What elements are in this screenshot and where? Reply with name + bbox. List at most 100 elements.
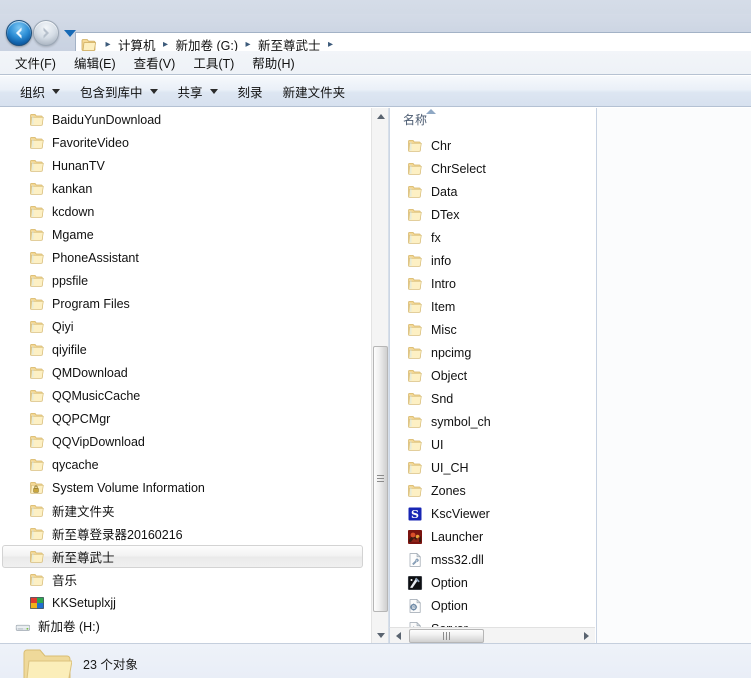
file-list-item[interactable]: Data <box>390 180 596 203</box>
tree-item[interactable]: FavoriteVideo <box>0 131 371 154</box>
file-list-item[interactable]: symbol_ch <box>390 410 596 433</box>
tree-item-label: System Volume Information <box>52 480 205 495</box>
toolbar-new-folder-label: 新建文件夹 <box>282 85 346 100</box>
file-list-item[interactable]: Chr <box>390 134 596 157</box>
file-list-item[interactable]: Snd <box>390 387 596 410</box>
file-list-item[interactable]: UI <box>390 433 596 456</box>
file-list-item[interactable]: Option <box>390 571 596 594</box>
window-title-glass <box>0 0 751 14</box>
file-list-item-label: Object <box>431 368 468 383</box>
file-list-item[interactable]: Misc <box>390 318 596 341</box>
file-list-item[interactable]: S KscViewer <box>390 502 596 525</box>
menu-bar: 文件(F) 编辑(E) 查看(V) 工具(T) 帮助(H) <box>0 51 751 75</box>
breadcrumb-separator[interactable]: ▸ <box>101 39 115 50</box>
folder-icon <box>30 205 44 218</box>
tree-item-label: KKSetuplxjj <box>52 595 116 610</box>
toolbar-share[interactable]: 共享 <box>168 78 228 105</box>
file-list-pane[interactable]: 名称 Chr ChrSelect Data DTex fx info Intro Item Mi… <box>389 108 596 644</box>
tree-item[interactable]: QQPCMgr <box>0 407 371 430</box>
tree-item[interactable]: QMDownload <box>0 361 371 384</box>
scroll-right-arrow-icon <box>584 632 589 640</box>
menu-help[interactable]: 帮助(H) <box>243 50 303 75</box>
toolbar-new-folder[interactable]: 新建文件夹 <box>273 78 356 105</box>
file-list-item-label: mss32.dll <box>431 552 484 567</box>
tree-item[interactable]: qycache <box>0 453 371 476</box>
scroll-right-button[interactable] <box>578 628 595 644</box>
breadcrumb-separator[interactable]: ▸ <box>324 39 338 50</box>
toolbar-include-in-library[interactable]: 包含到库中 <box>70 78 168 105</box>
navigation-pane[interactable]: BaiduYunDownload FavoriteVideo HunanTV kank… <box>0 108 371 644</box>
tree-item[interactable]: 新至尊登录器20160216 <box>0 522 371 545</box>
back-button[interactable] <box>6 20 32 46</box>
file-list-item[interactable]: info <box>390 249 596 272</box>
toolbar-burn[interactable]: 刻录 <box>228 78 273 105</box>
folder-icon <box>408 139 422 152</box>
tree-item[interactable]: kcdown <box>0 200 371 223</box>
file-list-item[interactable]: ChrSelect <box>390 157 596 180</box>
scroll-down-button[interactable] <box>372 627 389 644</box>
forward-button[interactable] <box>33 20 59 46</box>
file-list-item-label: Launcher <box>431 529 484 544</box>
file-list-item[interactable]: DTex <box>390 203 596 226</box>
tree-item[interactable]: System Volume Information <box>0 476 371 499</box>
tree-item[interactable]: Program Files <box>0 292 371 315</box>
tree-item[interactable]: QQVipDownload <box>0 430 371 453</box>
tree-item[interactable]: QQMusicCache <box>0 384 371 407</box>
file-list-item-label: info <box>431 253 452 268</box>
tree-item-selected[interactable]: 新至尊武士 <box>0 545 371 568</box>
folder-icon <box>408 300 422 313</box>
tree-item[interactable]: 音乐 <box>0 568 371 591</box>
file-list-item[interactable]: Intro <box>390 272 596 295</box>
navigation-pane-scrollbar[interactable] <box>371 108 389 644</box>
tree-item[interactable]: 新加卷 (H:) <box>0 614 371 637</box>
tree-item[interactable]: Mgame <box>0 223 371 246</box>
tree-item[interactable]: HunanTV <box>0 154 371 177</box>
tree-item-label: 新建文件夹 <box>52 505 115 519</box>
tree-item[interactable]: kankan <box>0 177 371 200</box>
file-list-item[interactable]: Object <box>390 364 596 387</box>
menu-tools[interactable]: 工具(T) <box>184 50 243 75</box>
file-list-item[interactable]: UI_CH <box>390 456 596 479</box>
file-list-item-label: Option <box>431 598 468 613</box>
file-list-item[interactable]: Item <box>390 295 596 318</box>
svg-text:S: S <box>411 508 419 521</box>
file-list-item[interactable]: mss32.dll <box>390 548 596 571</box>
tree-item[interactable]: PhoneAssistant <box>0 246 371 269</box>
folder-icon <box>408 162 422 175</box>
tree-item[interactable]: Qiyi <box>0 315 371 338</box>
grip-icon <box>443 632 450 640</box>
tree-item[interactable]: 新建文件夹 <box>0 499 371 522</box>
file-list-item[interactable]: fx <box>390 226 596 249</box>
setup-app-icon <box>30 596 44 609</box>
menu-view[interactable]: 查看(V) <box>125 50 185 75</box>
folder-icon <box>30 136 44 149</box>
file-list-item[interactable]: npcimg <box>390 341 596 364</box>
breadcrumb-separator[interactable]: ▸ <box>241 39 255 50</box>
toolbar-share-label: 共享 <box>177 85 203 100</box>
folder-icon <box>30 297 44 310</box>
column-header-name[interactable]: 名称 <box>390 108 596 130</box>
file-list-hscrollbar[interactable] <box>389 627 595 644</box>
tree-item-label: QQMusicCache <box>52 388 141 403</box>
tree-item[interactable]: BaiduYunDownload <box>0 108 371 131</box>
folder-icon <box>408 254 422 267</box>
scrollbar-thumb[interactable] <box>373 345 388 612</box>
folder-tree: BaiduYunDownload FavoriteVideo HunanTV kank… <box>0 108 371 637</box>
file-list-item[interactable]: Launcher <box>390 525 596 548</box>
folder-icon <box>30 113 44 126</box>
file-list-item[interactable]: Option <box>390 594 596 617</box>
file-list-item-label: Item <box>431 299 456 314</box>
tree-item[interactable]: ppsfile <box>0 269 371 292</box>
tree-item[interactable]: KKSetuplxjj <box>0 591 371 614</box>
tree-item[interactable]: qiyifile <box>0 338 371 361</box>
scroll-left-button[interactable] <box>390 628 407 644</box>
hscrollbar-thumb[interactable] <box>409 629 484 643</box>
toolbar-organize[interactable]: 组织 <box>10 78 70 105</box>
breadcrumb-separator[interactable]: ▸ <box>159 39 173 50</box>
folder-icon <box>30 274 44 287</box>
menu-file[interactable]: 文件(F) <box>6 50 65 75</box>
file-list-item[interactable]: Zones <box>390 479 596 502</box>
scroll-up-button[interactable] <box>372 108 389 125</box>
folder-icon <box>30 228 44 241</box>
menu-edit[interactable]: 编辑(E) <box>65 50 125 75</box>
